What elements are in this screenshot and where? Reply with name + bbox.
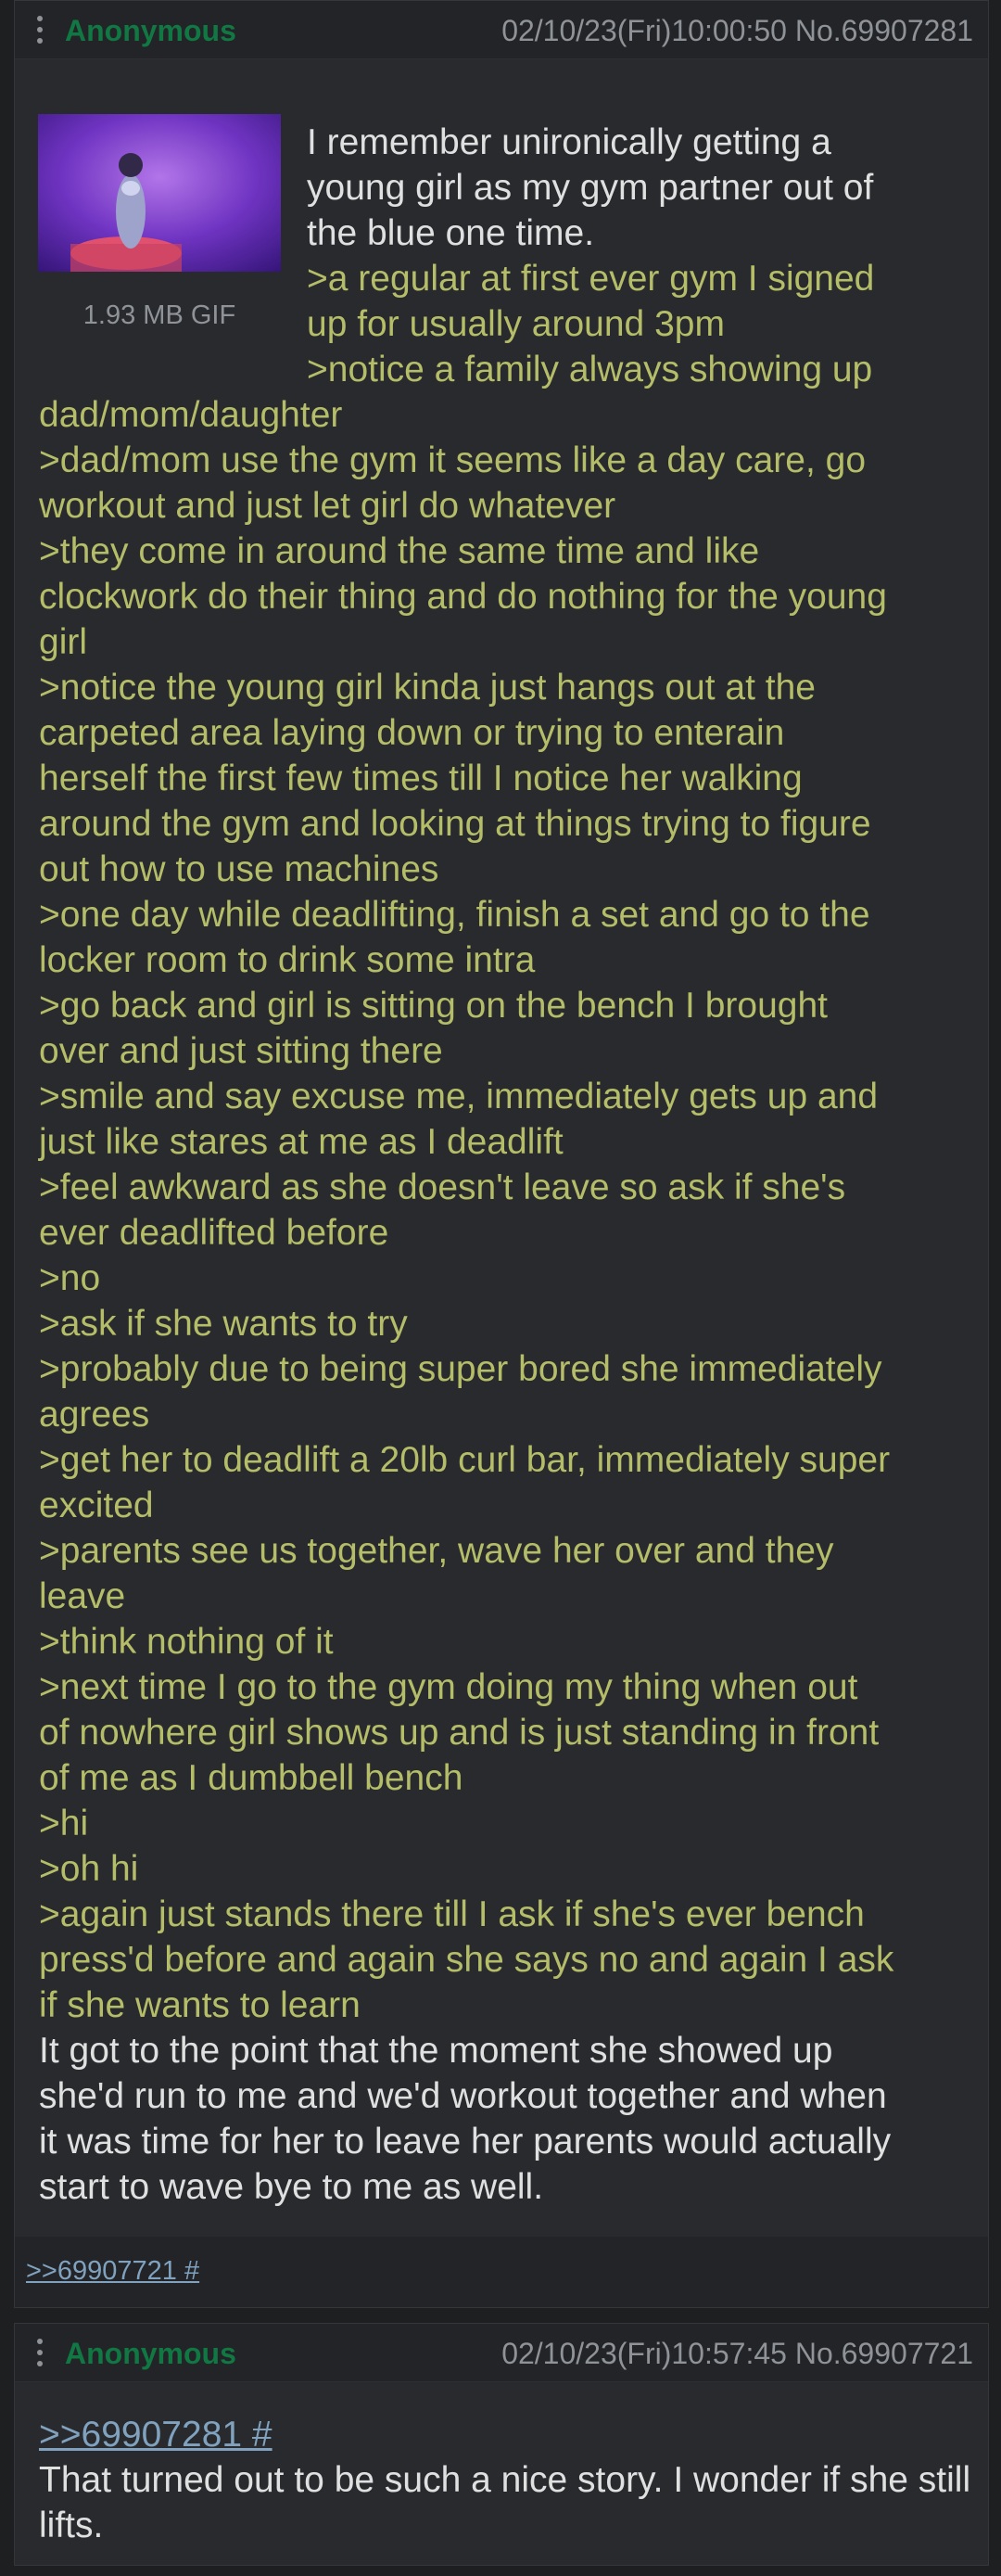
post-69907721: Anonymous 02/10/23(Fri)10:57:45 No.69907… [14, 2323, 989, 2566]
greentext-line: herself the first few times till I notic… [39, 759, 803, 798]
greentext-line: >next time I go to the gym doing my thin… [39, 1667, 858, 1707]
text-line: she'd run to me and we'd workout togethe… [39, 2076, 887, 2116]
poster-name: Anonymous [65, 14, 236, 47]
quote-link-69907281[interactable]: >>69907281 # [39, 2412, 272, 2457]
poster-name: Anonymous [65, 2337, 236, 2370]
post-header: Anonymous 02/10/23(Fri)10:00:50 No.69907… [15, 1, 988, 59]
greentext-line: up for usually around 3pm [307, 304, 725, 344]
greentext-line: >oh hi [39, 1849, 139, 1889]
greentext-line: >notice a family always showing up [307, 350, 873, 389]
post-meta[interactable]: 02/10/23(Fri)10:57:45 No.69907721 [501, 2337, 973, 2370]
greentext-line: girl [39, 622, 88, 662]
post-meta[interactable]: 02/10/23(Fri)10:00:50 No.69907281 [501, 14, 973, 47]
greentext-line: just like stares at me as I deadlift [39, 1122, 564, 1162]
greentext-line: ever deadlifted before [39, 1213, 389, 1253]
text-line: young girl as my gym partner out of [307, 168, 874, 208]
greentext-line: of me as I dumbbell bench [39, 1758, 463, 1798]
greentext-line: agrees [39, 1395, 150, 1435]
text-line: It got to the point that the moment she … [39, 2031, 833, 2071]
kebab-menu-icon[interactable] [37, 2339, 43, 2366]
greentext-line: over and just sitting there [39, 1031, 443, 1071]
greentext-line: excited [39, 1486, 154, 1525]
greentext-line: >probably due to being super bored she i… [39, 1349, 882, 1389]
greentext-line: locker room to drink some intra [39, 940, 536, 980]
backlink-69907721[interactable]: >>69907721 # [26, 2255, 199, 2287]
greentext-line: dad/mom/daughter [39, 395, 343, 435]
greentext-line: out how to use machines [39, 849, 439, 889]
greentext-line: carpeted area laying down or trying to e… [39, 713, 785, 753]
post-69907281: Anonymous 02/10/23(Fri)10:00:50 No.69907… [14, 0, 989, 2238]
greentext-line: >go back and girl is sitting on the benc… [39, 986, 828, 1026]
text-line: start to wave bye to me as well. [39, 2167, 544, 2207]
greentext-line: press'd before and again she says no and… [39, 1940, 894, 1980]
greentext-line: >one day while deadlifting, finish a set… [39, 895, 870, 935]
greentext-line: >hi [39, 1804, 89, 1843]
backlinks-bar: >>69907721 # [14, 2237, 989, 2308]
greentext-line: of nowhere girl shows up and is just sta… [39, 1713, 880, 1753]
greentext-line: >dad/mom use the gym it seems like a day… [39, 440, 867, 480]
file-info: 1.93 MB GIF [82, 300, 236, 330]
greentext-line: around the gym and looking at things try… [39, 804, 871, 844]
text-line: I remember unironically getting a [307, 122, 831, 162]
greentext-line: >a regular at first ever gym I signed [307, 259, 875, 299]
post-header: Anonymous 02/10/23(Fri)10:57:45 No.69907… [15, 2324, 988, 2382]
greentext-line: >smile and say excuse me, immediately ge… [39, 1077, 879, 1116]
greentext-line: >feel awkward as she doesn't leave so as… [39, 1167, 846, 1207]
kebab-menu-icon[interactable] [37, 16, 43, 44]
greentext-line: if she wants to learn [39, 1985, 361, 2025]
greentext-line: >they come in around the same time and l… [39, 531, 760, 571]
greentext-line: >get her to deadlift a 20lb curl bar, im… [39, 1440, 891, 1480]
text-line: lifts. [39, 2506, 104, 2545]
greentext-line: >think nothing of it [39, 1622, 334, 1662]
greentext-line: >notice the young girl kinda just hangs … [39, 668, 816, 708]
greentext-line: >ask if she wants to try [39, 1304, 408, 1344]
greentext-line: workout and just let girl do whatever [39, 486, 616, 526]
greentext-line: >no [39, 1258, 101, 1298]
text-line: That turned out to be such a nice story.… [39, 2460, 971, 2500]
text-line: the blue one time. [307, 213, 595, 253]
greentext-line: clockwork do their thing and do nothing … [39, 577, 887, 617]
gif-thumbnail[interactable] [38, 114, 281, 272]
greentext-line: leave [39, 1576, 126, 1616]
text-line: it was time for her to leave her parents… [39, 2122, 892, 2162]
greentext-line: >again just stands there till I ask if s… [39, 1894, 865, 1934]
greentext-line: >parents see us together, wave her over … [39, 1531, 834, 1571]
